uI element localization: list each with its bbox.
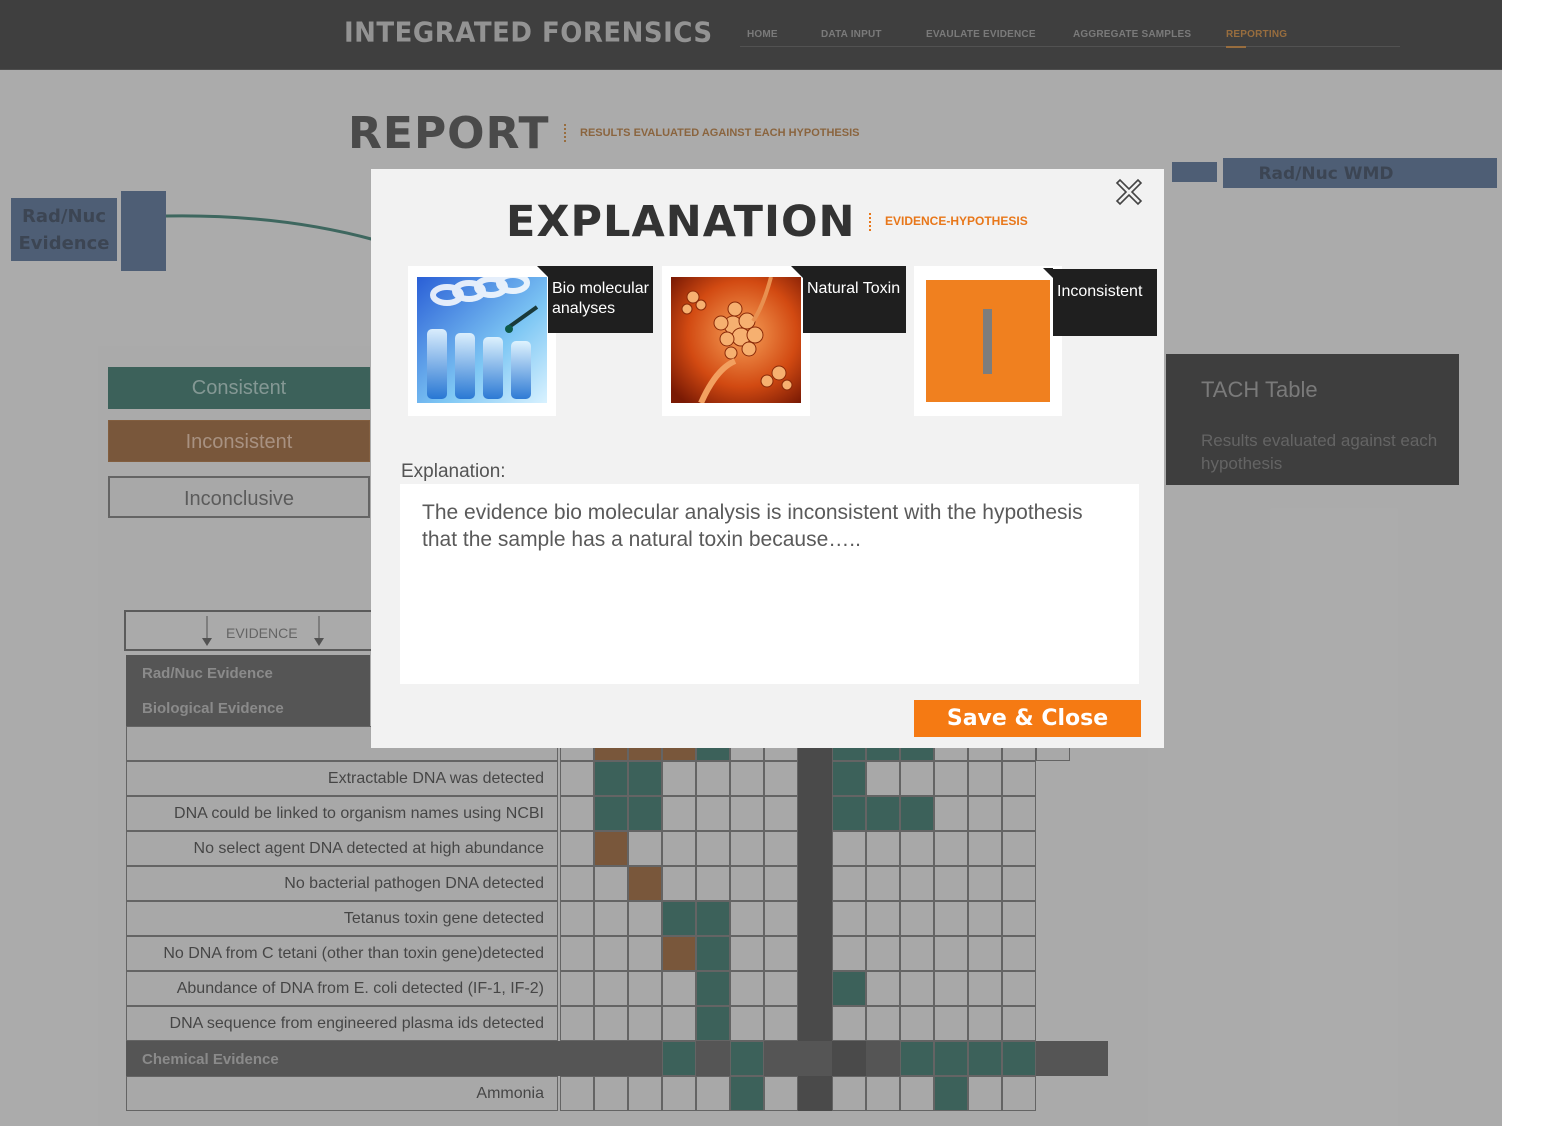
modal-subtitle: EVIDENCE-HYPOTHESIS bbox=[885, 214, 1028, 228]
modal-title-separator bbox=[869, 213, 871, 231]
inconsistent-mark-icon bbox=[983, 309, 992, 374]
inconsistent-status-image bbox=[926, 280, 1050, 402]
explanation-textarea[interactable]: The evidence bio molecular analysis is i… bbox=[400, 484, 1139, 684]
page-background: INTEGRATED FORENSICS HOME DATA INPUT EVA… bbox=[0, 0, 1502, 1126]
card-label: Inconsistent bbox=[1053, 269, 1157, 336]
close-icon bbox=[1115, 178, 1143, 206]
toxin-microbe-image bbox=[671, 277, 801, 403]
evidence-card[interactable]: Bio molecular analyses bbox=[408, 266, 653, 416]
close-button[interactable] bbox=[1114, 177, 1144, 207]
status-card[interactable]: Inconsistent bbox=[914, 266, 1157, 416]
save-close-button[interactable]: Save & Close bbox=[914, 700, 1141, 737]
explanation-modal: EXPLANATION EVIDENCE-HYPOTHESIS Bio mole… bbox=[371, 169, 1164, 748]
hypothesis-card[interactable]: Natural Toxin bbox=[662, 266, 906, 416]
modal-title: EXPLANATION bbox=[506, 197, 856, 247]
card-label: Natural Toxin bbox=[803, 266, 906, 333]
lab-sample-image bbox=[417, 277, 547, 403]
card-label: Bio molecular analyses bbox=[548, 266, 653, 333]
card-fold bbox=[1043, 268, 1053, 278]
explanation-label: Explanation: bbox=[401, 461, 506, 482]
